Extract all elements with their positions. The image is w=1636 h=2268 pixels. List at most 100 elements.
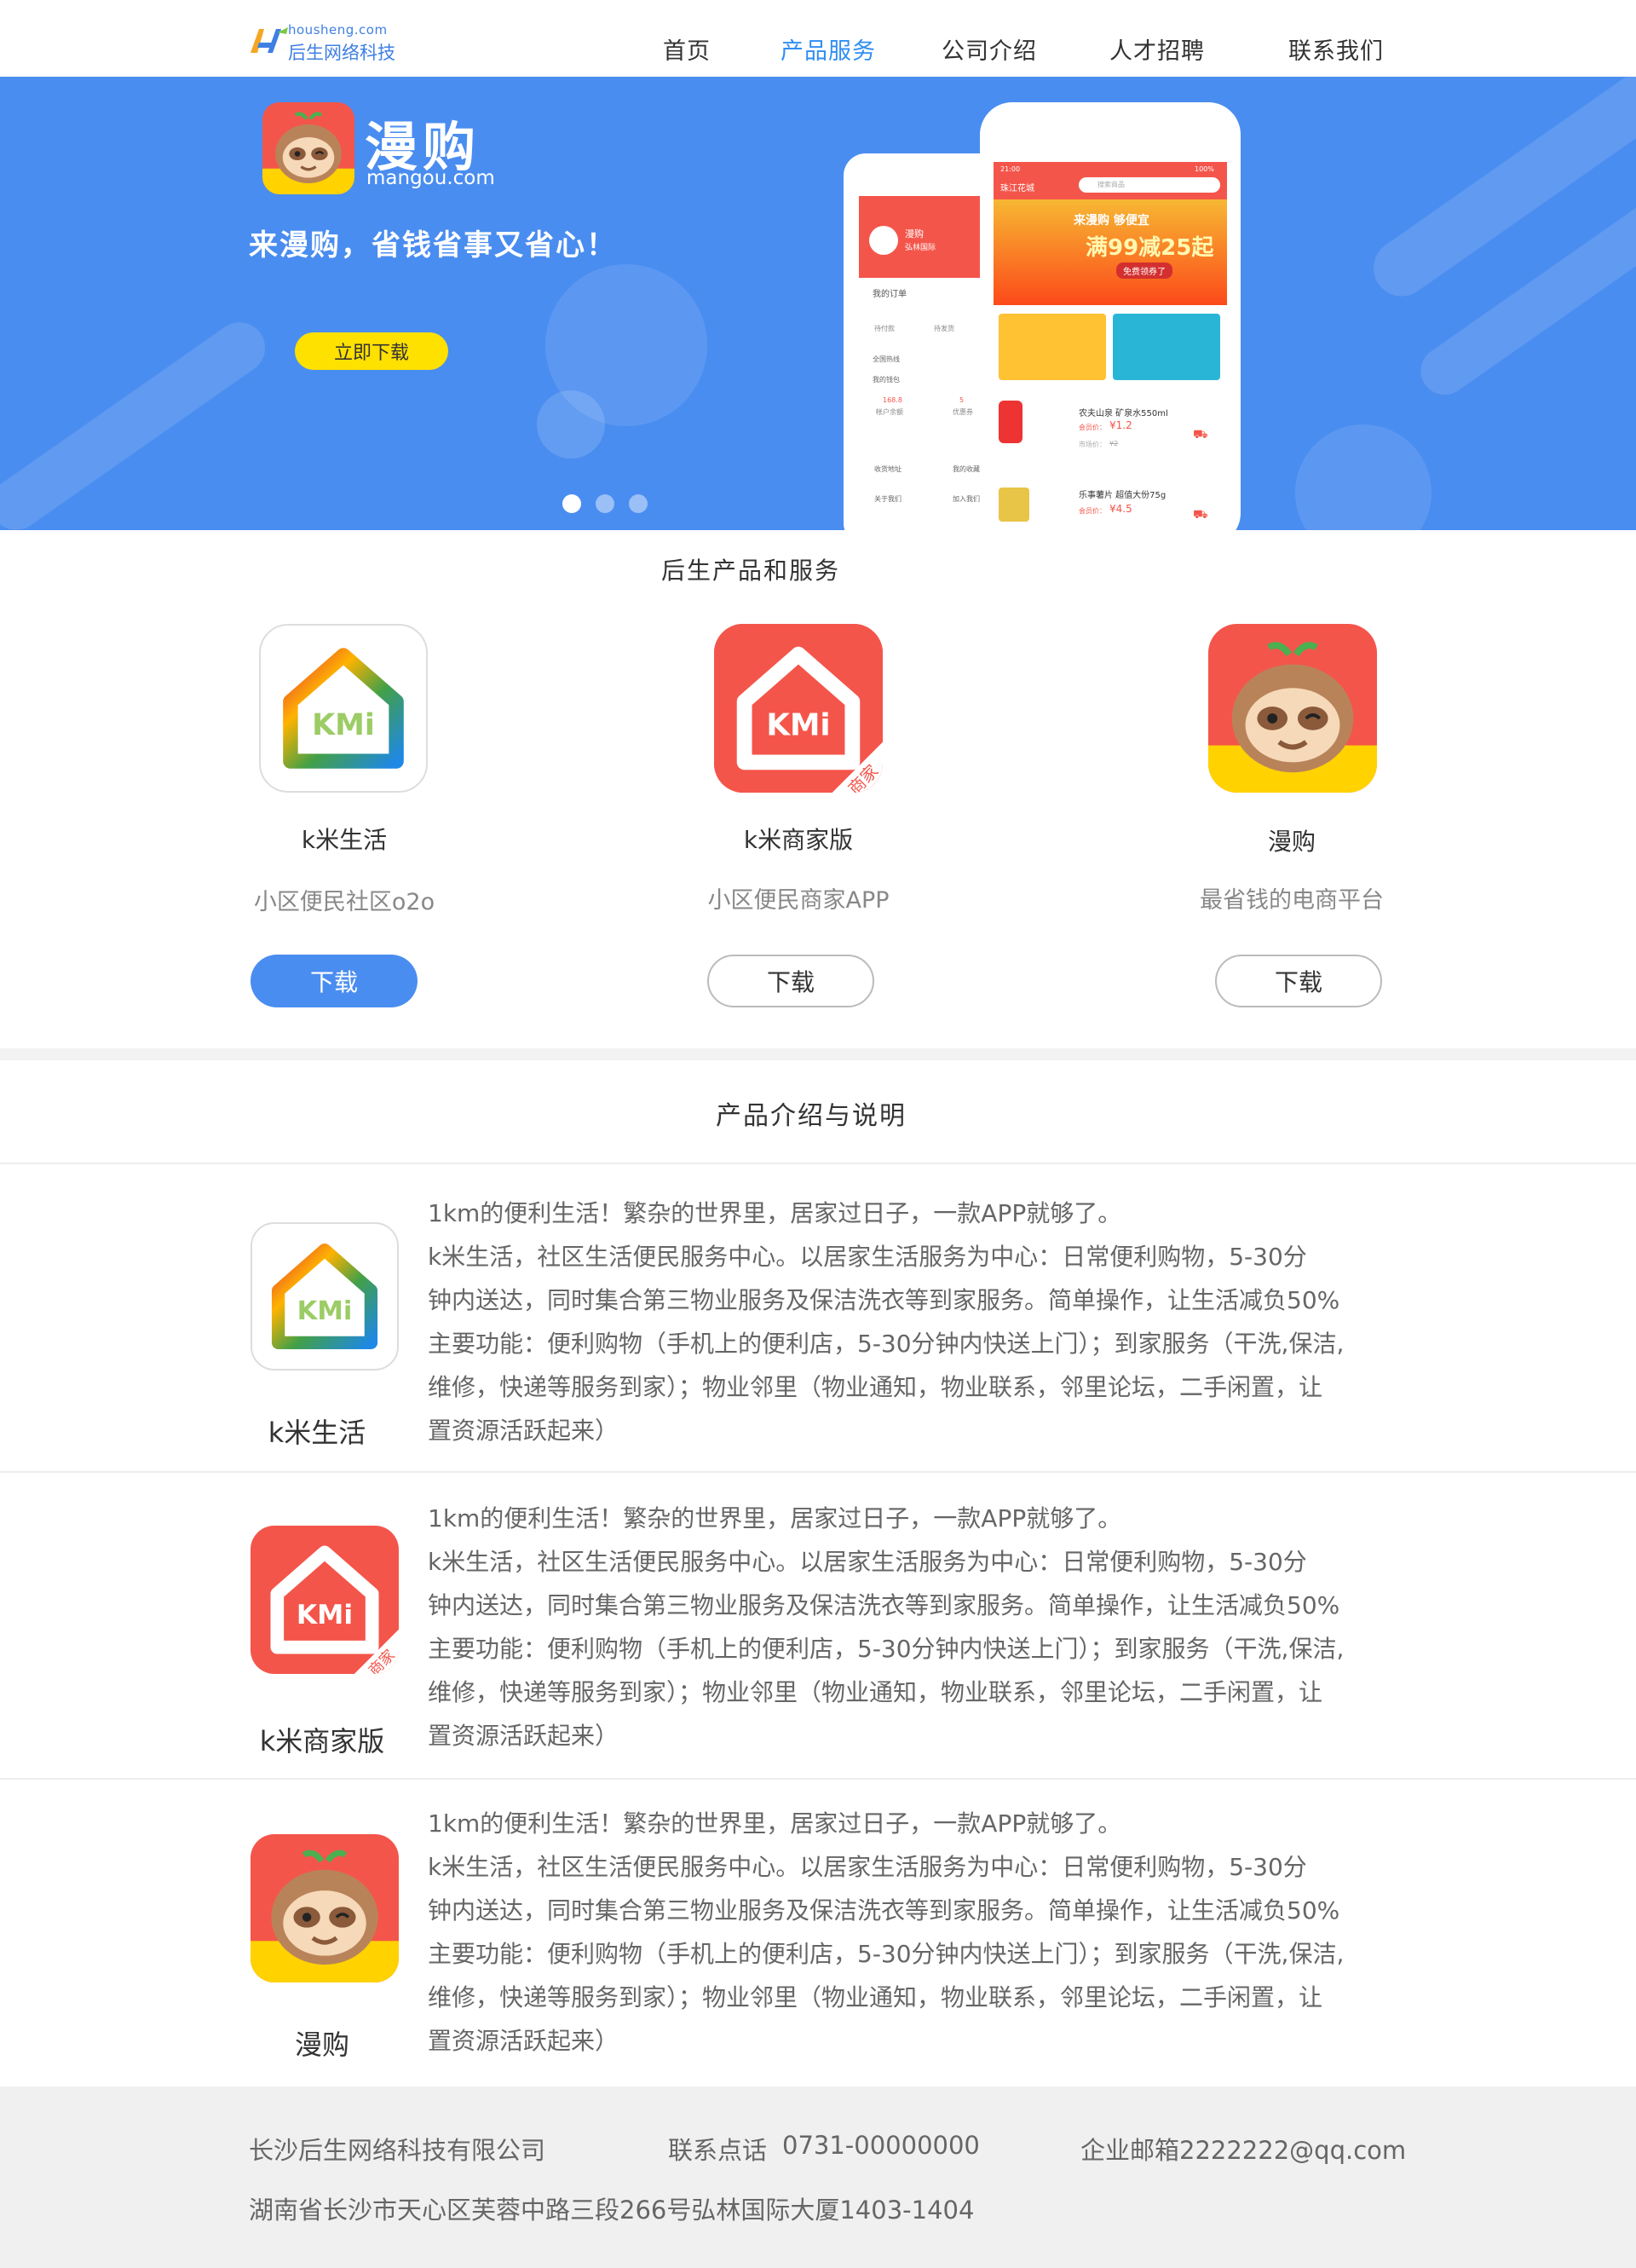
carousel-dot[interactable]: [629, 494, 648, 513]
phone-back-bottom-item: 加入我们: [953, 495, 980, 503]
phone-front-search: 搜索商品: [1079, 177, 1220, 193]
intro-product-description: 1km的便利生活！繁杂的世界里，居家过日子，一款APP就够了。 k米生活，社区生…: [428, 1802, 1391, 2063]
avatar: [869, 226, 898, 255]
intro-line: k米生活，社区生活便民服务中心。以居家生活服务为中心：日常便利购物，5-30分: [428, 1243, 1307, 1271]
intro-line: 维修，快递等服务到家）；物业邻里（物业通知，物业联系，邻里论坛，二手闲置，让: [428, 1373, 1323, 1401]
footer-email[interactable]: 企业邮箱2222222@qq.com: [1080, 2131, 1406, 2167]
products-section-title: 后生产品和服务: [661, 557, 841, 585]
kmi-merchant-app-icon[interactable]: KMi 商家: [714, 624, 883, 793]
banner-app-url: mangou.com: [366, 167, 495, 189]
phone-back-coupon-label: 优惠券: [953, 408, 973, 416]
mangou-app-icon: [251, 1834, 399, 1982]
intro-line: 维修，快递等服务到家）；物业邻里（物业通知，物业联系，邻里论坛，二手闲置，让: [428, 1983, 1323, 2011]
kmi-merchant-download-button[interactable]: 下载: [707, 955, 874, 1007]
phone-front-tile-shop: [999, 314, 1106, 380]
carousel-dot[interactable]: [596, 494, 614, 513]
intro-line: 主要功能：便利购物（手机上的便利店，5-30分钟内快送上门）；到家服务（干洗,保…: [428, 1635, 1345, 1663]
kmi-life-download-button[interactable]: 下载: [251, 955, 418, 1007]
intro-line: 置资源活跃起来）: [428, 1722, 619, 1750]
nav-item-careers[interactable]: 人才招聘: [1109, 32, 1205, 66]
intro-line: 1km的便利生活！繁杂的世界里，居家过日子，一款APP就够了。: [428, 1199, 1122, 1227]
intro-line: k米生活，社区生活便民服务中心。以居家生活服务为中心：日常便利购物，5-30分: [428, 1853, 1307, 1881]
product-image: [999, 488, 1029, 522]
divider: [0, 1471, 1636, 1473]
phone-back-menu-item: 全国热线: [873, 355, 900, 363]
intro-line: 主要功能：便利购物（手机上的便利店，5-30分钟内快送上门）；到家服务（干洗,保…: [428, 1330, 1345, 1358]
cart-icon: ⛟: [1193, 508, 1208, 522]
phone-front-time: 21:00: [1000, 165, 1021, 173]
svg-text:KMi: KMi: [312, 708, 375, 742]
intro-product-description: 1km的便利生活！繁杂的世界里，居家过日子，一款APP就够了。 k米生活，社区生…: [428, 1497, 1391, 1757]
phone-back-balance: 168.8: [883, 396, 902, 404]
banner-download-button[interactable]: 立即下载: [295, 332, 448, 370]
banner-decor-circle: [537, 390, 605, 459]
mangou-product-icon[interactable]: [1208, 624, 1377, 793]
intro-line: 置资源活跃起来）: [428, 1417, 619, 1445]
logo-mark-icon: [251, 27, 288, 53]
product-name: 漫购: [1267, 828, 1316, 856]
banner-slogan: 来漫购，省钱省事又省心！: [249, 228, 617, 263]
phone-back-coupons: 5: [959, 396, 965, 404]
footer-address: 湖南省长沙市天心区芙蓉中路三段266号弘林国际大厦1403-1404: [249, 2196, 975, 2225]
phone-back-bottom-item: 关于我们: [874, 495, 902, 503]
carousel-dots: [562, 494, 648, 513]
hero-banner: 漫购 mangou.com 来漫购，省钱省事又省心！ 立即下载 漫购 弘林国际 …: [0, 77, 1636, 530]
product-name: k米生活: [301, 826, 388, 854]
product-desc: 小区便民社区o2o: [253, 889, 435, 915]
nav-item-contact[interactable]: 联系我们: [1288, 32, 1384, 66]
phone-front-item-price-label: 会员价：: [1079, 507, 1106, 515]
mangou-download-button[interactable]: 下载: [1215, 955, 1382, 1007]
phone-front-promo-sub: 免费领券了: [1116, 263, 1172, 279]
phone-front-promo-title: 来漫购 够便宜: [1074, 214, 1149, 228]
phone-back-title: 漫购: [905, 228, 924, 239]
phone-front-promo-deal: 满99减25起: [1086, 235, 1214, 261]
footer-phone-label: 联系点话: [668, 2136, 768, 2165]
intro-line: 钟内送达，同时集合第三物业服务及保洁洗衣等到家服务。简单操作，让生活减负50%: [428, 1591, 1340, 1619]
intro-product-name: k米生活: [268, 1417, 366, 1449]
phone-front-location: 珠江花城: [1000, 184, 1034, 193]
intro-line: 钟内送达，同时集合第三物业服务及保洁洗衣等到家服务。简单操作，让生活减负50%: [428, 1896, 1340, 1925]
banner-decor-circle: [1295, 424, 1432, 530]
phone-back-bottom-item: 我的收藏: [953, 465, 980, 473]
product-image: [999, 401, 1022, 443]
product-desc: 最省钱的电商平台: [1200, 887, 1384, 914]
phone-front-item-price-label: 会员价：: [1079, 424, 1106, 431]
intro-product-description: 1km的便利生活！繁杂的世界里，居家过日子，一款APP就够了。 k米生活，社区生…: [428, 1192, 1391, 1452]
svg-text:KMi: KMi: [297, 1296, 353, 1326]
intro-line: 1km的便利生活！繁杂的世界里，居家过日子，一款APP就够了。: [428, 1504, 1122, 1532]
carousel-dot-active[interactable]: [562, 494, 581, 513]
intro-product-name: k米商家版: [259, 1725, 385, 1757]
site-header: housheng.com 后生网络科技 首页 产品服务 公司介绍 人才招聘 联系…: [0, 0, 1636, 77]
nav-item-home[interactable]: 首页: [663, 32, 711, 66]
kmi-merchant-app-icon: KMi 商家: [251, 1526, 399, 1674]
phone-back-order-state: 待付款: [874, 325, 895, 332]
intro-product-name: 漫购: [294, 2029, 349, 2061]
site-footer: 长沙后生网络科技有限公司 联系点话 0731-00000000 企业邮箱2222…: [0, 2086, 1636, 2268]
phone-back-bottom-item: 收货地址: [874, 465, 902, 473]
intro-line: 钟内送达，同时集合第三物业服务及保洁洗衣等到家服务。简单操作，让生活减负50%: [428, 1286, 1340, 1314]
company-logo[interactable]: housheng.com 后生网络科技: [247, 19, 418, 63]
kmi-life-app-icon[interactable]: KMi: [259, 624, 428, 793]
cart-icon: ⛟: [1193, 428, 1208, 441]
phone-front-item-name: 乐事薯片 超值大份75g: [1079, 491, 1167, 500]
phone-front-tile-rocket: [1113, 314, 1220, 380]
svg-text:KMi: KMi: [766, 708, 830, 743]
divider: [0, 1778, 1636, 1780]
footer-phone[interactable]: 0731-00000000: [782, 2131, 980, 2160]
phone-front-item-price: ¥1.2: [1109, 419, 1132, 431]
section-divider: [0, 1048, 1636, 1060]
nav-item-about[interactable]: 公司介绍: [942, 32, 1037, 66]
intro-line: 维修，快递等服务到家）；物业邻里（物业通知，物业联系，邻里论坛，二手闲置，让: [428, 1678, 1323, 1706]
intro-line: 置资源活跃起来）: [428, 2027, 619, 2055]
nav-item-products[interactable]: 产品服务: [781, 32, 876, 66]
phone-back-balance-label: 帐户余额: [876, 408, 903, 416]
svg-text:KMi: KMi: [297, 1600, 353, 1630]
phone-front-item-market-label: 市场价：: [1079, 441, 1106, 448]
phone-front-item-name: 农夫山泉 矿泉水550ml: [1079, 409, 1168, 418]
phone-back-order-state: 待发货: [934, 325, 954, 332]
phone-front-item-price: ¥4.5: [1109, 503, 1132, 515]
banner-decor-stroke: [0, 312, 275, 530]
intro-section-title: 产品介绍与说明: [716, 1101, 907, 1131]
phone-back-orders: 我的订单: [873, 290, 907, 299]
logo-domain: housheng.com: [288, 22, 388, 38]
